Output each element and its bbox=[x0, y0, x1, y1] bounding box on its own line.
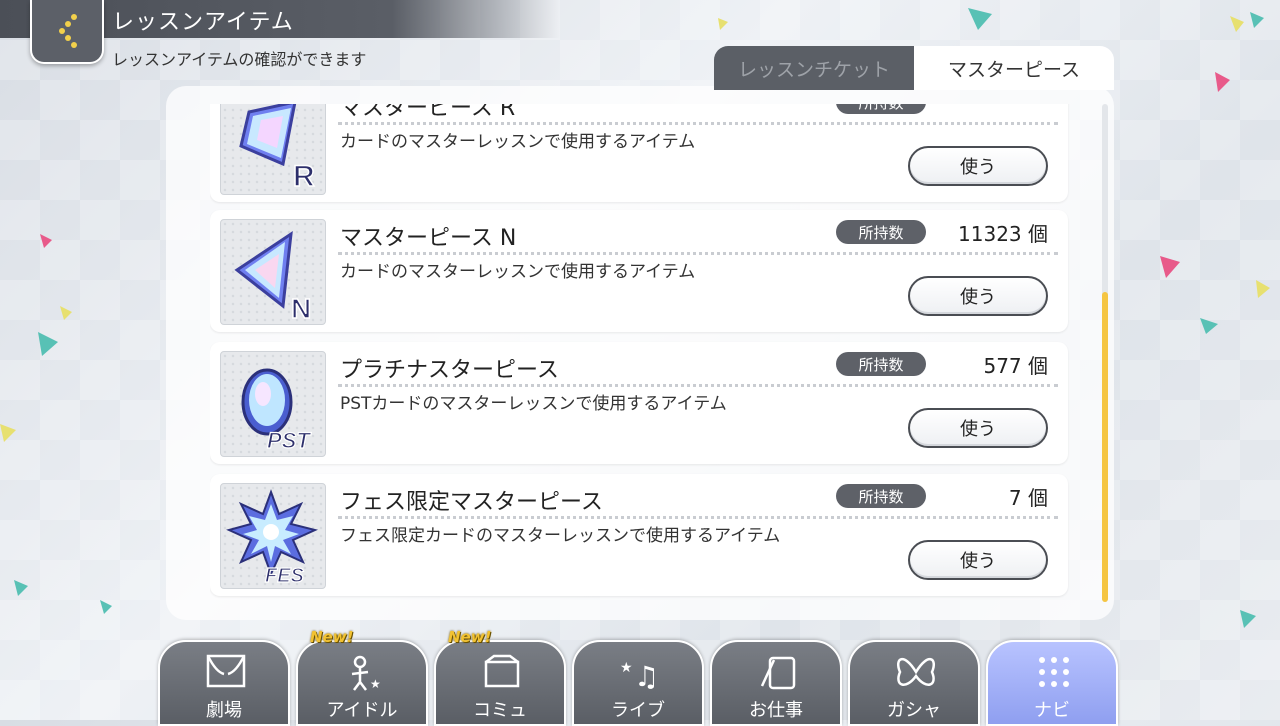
back-chevron-icon bbox=[59, 14, 77, 48]
theater-icon bbox=[206, 654, 246, 688]
item-name: プラチナスターピース bbox=[340, 358, 559, 383]
list-item: R マスターピース R 所持数 カードのマスターレッスンで使用するアイテム 使う bbox=[210, 104, 1068, 202]
owned-badge: 所持数 bbox=[836, 484, 926, 508]
new-badge: New! bbox=[310, 628, 354, 646]
list-item: N マスターピース N 所持数 11323 個 カードのマスターレッスンで使用す… bbox=[210, 210, 1068, 332]
use-button[interactable]: 使う bbox=[908, 540, 1048, 580]
work-icon bbox=[760, 656, 796, 690]
owned-badge: 所持数 bbox=[836, 220, 926, 244]
gacha-icon bbox=[897, 658, 935, 686]
nav-work[interactable]: お仕事 bbox=[710, 640, 842, 726]
nav-label: ライブ bbox=[611, 700, 665, 721]
nav-label: アイドル bbox=[326, 700, 398, 721]
navi-icon bbox=[1039, 657, 1069, 687]
scrollbar-thumb[interactable] bbox=[1102, 292, 1108, 602]
nav-label: お仕事 bbox=[749, 700, 803, 721]
owned-badge: 所持数 bbox=[836, 104, 926, 114]
divider bbox=[338, 384, 1058, 387]
commu-icon bbox=[484, 654, 520, 688]
item-description: PSTカードのマスターレッスンで使用するアイテム bbox=[340, 394, 727, 414]
svg-text:♫: ♫ bbox=[634, 660, 659, 692]
item-name: マスターピース R bbox=[340, 104, 516, 121]
nav-label: ガシャ bbox=[887, 700, 941, 721]
nav-navi[interactable]: ナビ bbox=[986, 640, 1118, 726]
nav-idol[interactable]: New! ★ アイドル bbox=[296, 628, 428, 726]
nav-live[interactable]: ★ ♫ ライブ bbox=[572, 640, 704, 726]
master-piece-r-icon: R bbox=[220, 104, 326, 195]
svg-text:N: N bbox=[291, 293, 311, 324]
page-title: レッスンアイテム bbox=[112, 10, 294, 35]
list-item: FES フェス限定マスターピース 所持数 7 個 フェス限定カードのマスターレッ… bbox=[210, 474, 1068, 596]
svg-text:PST: PST bbox=[267, 428, 311, 453]
item-list[interactable]: R マスターピース R 所持数 カードのマスターレッスンで使用するアイテム 使う… bbox=[210, 104, 1070, 604]
owned-badge: 所持数 bbox=[836, 352, 926, 376]
use-button[interactable]: 使う bbox=[908, 276, 1048, 316]
idol-icon: ★ bbox=[351, 655, 381, 691]
nav-theater[interactable]: 劇場 bbox=[158, 640, 290, 726]
master-piece-n-icon: N bbox=[220, 219, 326, 325]
nav-label: 劇場 bbox=[206, 700, 242, 721]
nav-commu[interactable]: New! コミュ bbox=[434, 628, 566, 726]
nav-gacha[interactable]: ガシャ bbox=[848, 640, 980, 726]
divider bbox=[338, 252, 1058, 255]
item-name: フェス限定マスターピース bbox=[340, 490, 603, 515]
tab-lesson-ticket[interactable]: レッスンチケット bbox=[714, 46, 914, 90]
item-description: カードのマスターレッスンで使用するアイテム bbox=[340, 262, 696, 282]
back-button[interactable] bbox=[30, 0, 104, 64]
divider bbox=[338, 516, 1058, 519]
divider bbox=[338, 122, 1058, 125]
use-button[interactable]: 使う bbox=[908, 146, 1048, 186]
bottom-nav: 劇場 New! ★ アイドル New! コミュ ★ ♫ ライブ お仕事 ガシャ … bbox=[158, 628, 1138, 726]
svg-text:R: R bbox=[293, 160, 315, 193]
nav-label: コミュ bbox=[473, 700, 527, 721]
page-subtitle: レッスンアイテムの確認ができます bbox=[112, 50, 367, 69]
list-item: PST プラチナスターピース 所持数 577 個 PSTカードのマスターレッスン… bbox=[210, 342, 1068, 464]
item-description: カードのマスターレッスンで使用するアイテム bbox=[340, 132, 696, 152]
live-icon: ★ ♫ bbox=[620, 660, 659, 692]
fes-master-piece-icon: FES bbox=[220, 483, 326, 589]
svg-text:★: ★ bbox=[370, 677, 381, 691]
svg-text:★: ★ bbox=[620, 660, 633, 676]
owned-count: 11323 個 bbox=[958, 222, 1048, 246]
use-button[interactable]: 使う bbox=[908, 408, 1048, 448]
owned-count: 577 個 bbox=[983, 354, 1048, 378]
tab-master-piece[interactable]: マスターピース bbox=[914, 46, 1114, 90]
owned-count: 7 個 bbox=[1008, 486, 1048, 510]
item-name: マスターピース N bbox=[340, 226, 517, 251]
new-badge: New! bbox=[448, 628, 492, 646]
platinum-star-piece-icon: PST bbox=[220, 351, 326, 457]
item-description: フェス限定カードのマスターレッスンで使用するアイテム bbox=[340, 526, 781, 546]
nav-label: ナビ bbox=[1034, 700, 1070, 721]
svg-text:FES: FES bbox=[265, 565, 305, 587]
